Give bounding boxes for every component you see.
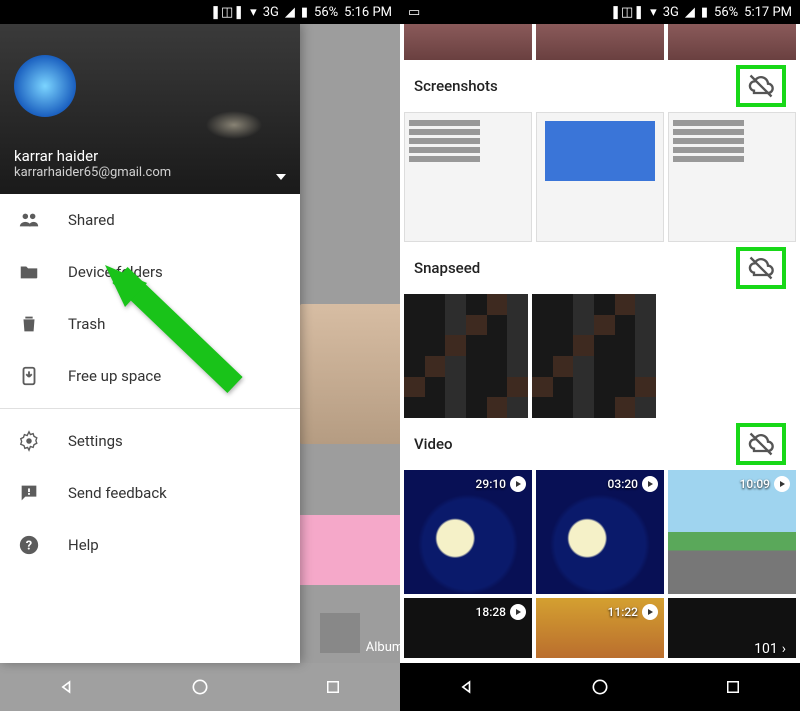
system-nav-bar: [400, 663, 800, 711]
folder-icon: [18, 261, 40, 283]
account-header[interactable]: karrar haider karrarhaider65@gmail.com: [0, 24, 300, 194]
wifi-icon: ▾: [650, 5, 657, 20]
photo-thumbnail[interactable]: [404, 294, 528, 418]
network-label: 3G: [663, 5, 679, 20]
menu-label: Settings: [68, 432, 123, 450]
vibrate-icon: ❚◫❚: [210, 5, 244, 20]
recents-button[interactable]: [321, 675, 345, 699]
screenshot-thumbnail[interactable]: [404, 112, 532, 242]
battery-label: 56%: [714, 5, 738, 20]
gear-icon: [18, 430, 40, 452]
video-thumbnail[interactable]: 11:22: [536, 598, 664, 658]
photo-thumbnail[interactable]: [532, 294, 656, 418]
network-label: 3G: [263, 5, 279, 20]
avatar: [14, 55, 76, 117]
scroll-page-indicator: 101›: [754, 641, 786, 657]
annotation-arrow: [105, 265, 255, 419]
video-duration: 18:28: [476, 605, 506, 619]
back-button[interactable]: [55, 675, 79, 699]
top-thumbnail-row: [400, 24, 800, 60]
battery-icon: ▮: [701, 5, 708, 20]
drawer-scrim[interactable]: Albums: [300, 24, 400, 663]
cloud-off-icon: [747, 430, 775, 458]
play-icon: [774, 476, 790, 492]
video-duration: 29:10: [476, 477, 506, 491]
vibrate-icon: ❚◫❚: [610, 5, 644, 20]
signal-icon: ◢: [285, 5, 295, 20]
video-duration: 03:20: [608, 477, 638, 491]
status-bar: ❚◫❚ ▾ 3G ◢ ▮ 56% 5:16 PM: [0, 0, 400, 24]
cover-image: [150, 89, 270, 149]
background-photo: [300, 304, 400, 444]
people-icon: [18, 209, 40, 231]
photo-thumbnail[interactable]: [404, 24, 532, 60]
menu-label: Help: [68, 536, 99, 554]
menu-shared[interactable]: Shared: [0, 194, 300, 246]
screenshot-thumbnail[interactable]: [668, 112, 796, 242]
video-duration: 11:22: [608, 605, 638, 619]
video-thumbnail[interactable]: 18:28: [404, 598, 532, 658]
account-email: karrarhaider65@gmail.com: [14, 165, 286, 180]
battery-label: 56%: [314, 5, 338, 20]
section-title: Video: [414, 435, 736, 453]
battery-icon: ▮: [301, 5, 308, 20]
home-button[interactable]: [588, 675, 612, 699]
video-duration: 10:09: [740, 477, 770, 491]
clock: 5:16 PM: [344, 5, 392, 20]
play-icon: [510, 604, 526, 620]
recents-button[interactable]: [721, 675, 745, 699]
free-up-icon: [18, 365, 40, 387]
account-name: karrar haider: [14, 147, 286, 165]
signal-icon: ◢: [685, 5, 695, 20]
photo-thumbnail[interactable]: [668, 24, 796, 60]
albums-icon: [320, 613, 360, 653]
system-nav-bar: [0, 663, 400, 711]
svg-text:?: ?: [26, 539, 32, 554]
cloud-off-icon: [747, 254, 775, 282]
menu-help[interactable]: ? Help: [0, 519, 300, 571]
clock: 5:17 PM: [744, 5, 792, 20]
albums-tab-label: Albums: [366, 640, 400, 655]
chevron-right-icon: ›: [782, 641, 786, 657]
section-title: Screenshots: [414, 77, 736, 95]
image-notification-icon: ▭: [408, 5, 420, 20]
status-bar: ▭ ❚◫❚ ▾ 3G ◢ ▮ 56% 5:17 PM: [400, 0, 800, 24]
menu-label: Shared: [68, 211, 115, 229]
home-button[interactable]: [188, 675, 212, 699]
play-icon: [642, 604, 658, 620]
video-thumbnail[interactable]: 10:09: [668, 470, 796, 594]
backup-toggle[interactable]: [736, 423, 786, 465]
background-album-tile: [300, 515, 400, 585]
wifi-icon: ▾: [250, 5, 257, 20]
play-icon: [510, 476, 526, 492]
account-dropdown-icon[interactable]: [276, 174, 286, 180]
menu-label: Trash: [68, 315, 105, 333]
video-thumbnail[interactable]: 03:20: [536, 470, 664, 594]
help-icon: ?: [18, 534, 40, 556]
section-header-video[interactable]: Video: [400, 418, 800, 470]
backup-toggle[interactable]: [736, 247, 786, 289]
menu-label: Send feedback: [68, 484, 167, 502]
backup-toggle[interactable]: [736, 65, 786, 107]
cloud-off-icon: [747, 72, 775, 100]
menu-settings[interactable]: Settings: [0, 415, 300, 467]
section-header-screenshots[interactable]: Screenshots: [400, 60, 800, 112]
play-icon: [642, 476, 658, 492]
section-header-snapseed[interactable]: Snapseed: [400, 242, 800, 294]
back-button[interactable]: [455, 675, 479, 699]
video-thumbnail[interactable]: 29:10: [404, 470, 532, 594]
feedback-icon: [18, 482, 40, 504]
section-title: Snapseed: [414, 259, 736, 277]
photo-thumbnail[interactable]: [536, 24, 664, 60]
trash-icon: [18, 313, 40, 335]
screenshot-thumbnail[interactable]: [536, 112, 664, 242]
menu-send-feedback[interactable]: Send feedback: [0, 467, 300, 519]
